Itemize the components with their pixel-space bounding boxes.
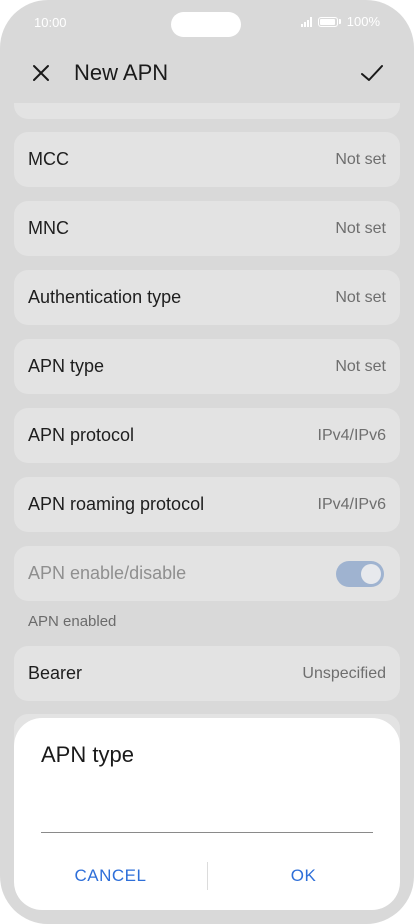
previous-row-peek: [14, 103, 400, 119]
dialog-actions: CANCEL OK: [14, 858, 400, 894]
check-icon[interactable]: [358, 59, 386, 87]
apn-type-dialog: APN type CANCEL OK: [14, 718, 400, 910]
row-apn-roaming-protocol[interactable]: APN roaming protocol IPv4/IPv6: [14, 477, 400, 532]
battery-tip-icon: [338, 19, 341, 24]
row-bearer[interactable]: Bearer Unspecified: [14, 646, 400, 701]
row-apn-type[interactable]: APN type Not set: [14, 339, 400, 394]
apn-type-input[interactable]: [41, 788, 373, 833]
row-label: APN enable/disable: [28, 563, 187, 583]
apn-enable-toggle[interactable]: [336, 561, 384, 587]
close-icon[interactable]: [29, 61, 53, 85]
row-authentication-type[interactable]: Authentication type Not set: [14, 270, 400, 325]
phone-screen: 10:00 100% New APN MCC Not set MNC Not s…: [0, 0, 414, 924]
ok-button[interactable]: OK: [207, 858, 400, 894]
row-label: Authentication type: [28, 287, 182, 307]
row-mnc[interactable]: MNC Not set: [14, 201, 400, 256]
app-bar: New APN: [0, 48, 414, 98]
signal-icon: [300, 16, 312, 27]
toggle-knob: [361, 564, 381, 584]
row-label: Bearer: [28, 663, 83, 683]
row-label: MNC: [28, 218, 69, 238]
row-apn-protocol[interactable]: APN protocol IPv4/IPv6: [14, 408, 400, 463]
row-value: Unspecified: [302, 665, 386, 682]
row-label: APN protocol: [28, 425, 135, 445]
apn-enabled-caption: APN enabled: [28, 613, 117, 630]
row-value: Not set: [335, 289, 386, 306]
row-value: IPv4/IPv6: [317, 496, 386, 513]
battery-icon: [317, 16, 338, 27]
page-title: New APN: [74, 60, 169, 85]
row-label: APN roaming protocol: [28, 494, 205, 514]
battery-percent: 100%: [346, 14, 380, 29]
row-value: Not set: [335, 358, 386, 375]
status-time: 10:00: [34, 15, 67, 30]
row-mcc[interactable]: MCC Not set: [14, 132, 400, 187]
row-label: APN type: [28, 356, 105, 376]
row-apn-enable: APN enable/disable: [14, 546, 400, 601]
row-label: MCC: [28, 149, 69, 169]
status-bar: 10:00 100%: [0, 0, 414, 44]
row-value: Not set: [335, 151, 386, 168]
dialog-title: APN type: [41, 742, 134, 767]
row-value: Not set: [335, 220, 386, 237]
camera-pill: [171, 12, 241, 37]
status-indicators: 100%: [300, 14, 380, 29]
row-value: IPv4/IPv6: [317, 427, 386, 444]
cancel-button[interactable]: CANCEL: [14, 858, 207, 894]
